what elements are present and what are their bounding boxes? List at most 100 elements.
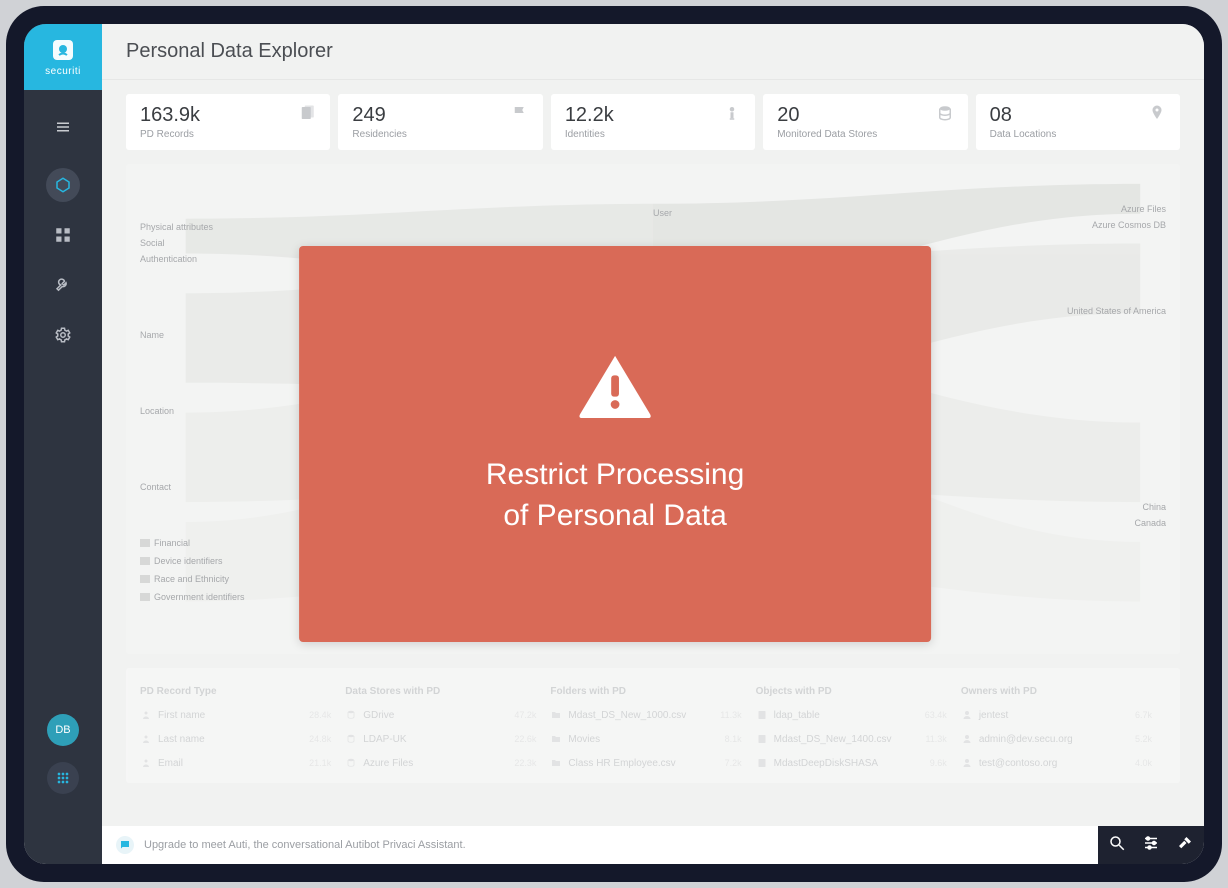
table-cell: 4.0k [1116, 758, 1166, 768]
warning-icon [576, 352, 654, 425]
metric-value: 08 [990, 104, 1057, 127]
viz-left-label: Physical attributes [140, 222, 245, 232]
modal-line1: Restrict Processing [486, 455, 744, 496]
search-button[interactable] [1108, 834, 1126, 857]
table-row[interactable]: Last name24.8kLDAP-UK22.6kMovies8.1kMdas… [140, 727, 1166, 751]
metric-card[interactable]: 249 Residencies [338, 94, 542, 150]
flag-icon [511, 104, 529, 127]
metric-label: PD Records [140, 129, 200, 140]
viz-right-label: China [1067, 502, 1166, 512]
filter-button[interactable] [1142, 834, 1160, 857]
viz-left-label: Contact [140, 482, 245, 492]
nav-settings[interactable] [46, 318, 80, 352]
viz-left-label: Device identifiers [140, 556, 245, 566]
viz-center-label: User [653, 208, 672, 218]
table-row[interactable]: Email21.1kAzure Files22.3kClass HR Emplo… [140, 751, 1166, 775]
hexagon-icon [54, 176, 72, 194]
table-cell: LDAP-UK [345, 733, 500, 745]
table-cell: 11.3k [911, 734, 961, 744]
table-cell: Movies [550, 733, 705, 745]
header: Personal Data Explorer [102, 24, 1204, 80]
table-cell: 22.3k [500, 758, 550, 768]
data-table: PD Record TypeData Stores with PDFolders… [126, 668, 1180, 783]
table-cell: Mdast_DS_New_1000.csv [550, 709, 705, 721]
build-button[interactable] [1176, 834, 1194, 857]
metric-label: Identities [565, 129, 614, 140]
table-cell: Last name [140, 733, 295, 745]
wrench-icon [54, 276, 72, 294]
sidebar: securiti DB [24, 24, 102, 864]
table-row[interactable]: First name28.4kGDrive47.2kMdast_DS_New_1… [140, 703, 1166, 727]
table-cell: First name [140, 709, 295, 721]
table-cell: 28.4k [295, 710, 345, 720]
metric-card[interactable]: 20 Monitored Data Stores [763, 94, 967, 150]
main: Personal Data Explorer 163.9k PD Records… [102, 24, 1204, 864]
table-cell: Azure Files [345, 757, 500, 769]
screen: securiti DB [24, 24, 1204, 864]
metric-label: Data Locations [990, 129, 1057, 140]
search-icon [1108, 834, 1126, 852]
table-cell: 47.2k [500, 710, 550, 720]
viz-right-labels: Azure Files Azure Cosmos DB United States … [1067, 204, 1166, 534]
apps-badge[interactable] [47, 762, 79, 794]
table-header-cell: Objects with PD [756, 686, 911, 697]
metric-card[interactable]: 163.9k PD Records [126, 94, 330, 150]
metric-value: 163.9k [140, 104, 200, 127]
records-icon [298, 104, 316, 127]
table-cell: jentest [961, 709, 1116, 721]
nav-icons [46, 168, 80, 352]
hammer-icon [1176, 834, 1194, 852]
avatar[interactable]: DB [47, 714, 79, 746]
metric-value: 20 [777, 104, 877, 127]
nav-tools[interactable] [46, 268, 80, 302]
viz-left-label: Financial [140, 538, 245, 548]
pin-icon [1148, 104, 1166, 127]
table-cell: Email [140, 757, 295, 769]
table-cell: MdastDeepDiskSHASA [756, 757, 911, 769]
viz-left-label: Authentication [140, 254, 245, 264]
metric-label: Monitored Data Stores [777, 129, 877, 140]
device-frame: securiti DB [6, 6, 1222, 882]
metrics-row: 163.9k PD Records 249 Residencies 12.2k … [126, 94, 1180, 150]
nav-explorer[interactable] [46, 168, 80, 202]
menu-icon [54, 118, 72, 136]
table-cell: 5.2k [1116, 734, 1166, 744]
metric-value: 249 [352, 104, 406, 127]
viz-right-label: Canada [1067, 518, 1166, 528]
person-icon [723, 104, 741, 127]
table-cell: 24.8k [295, 734, 345, 744]
table-cell: 6.7k [1116, 710, 1166, 720]
viz-right-label: Azure Files [1067, 204, 1166, 214]
table-header-cell: PD Record Type [140, 686, 295, 697]
grid-icon [54, 226, 72, 244]
table-cell: 21.1k [295, 758, 345, 768]
menu-button[interactable] [46, 110, 80, 144]
viz-right-label: United States of America [1067, 306, 1166, 316]
footer-text: Upgrade to meet Auti, the conversational… [144, 839, 466, 851]
sidebar-bottom: DB [24, 714, 102, 794]
table-cell: GDrive [345, 709, 500, 721]
footer-tools [1098, 826, 1204, 864]
restrict-processing-modal[interactable]: Restrict Processing of Personal Data [299, 246, 931, 642]
table-cell: test@contoso.org [961, 757, 1116, 769]
viz-right-label: Azure Cosmos DB [1067, 220, 1166, 230]
metric-card[interactable]: 08 Data Locations [976, 94, 1180, 150]
modal-line2: of Personal Data [486, 496, 744, 537]
metric-label: Residencies [352, 129, 406, 140]
table-cell: Class HR Employee.csv [550, 757, 705, 769]
table-cell: 9.6k [911, 758, 961, 768]
nav-dashboard[interactable] [46, 218, 80, 252]
viz-left-label: Location [140, 406, 245, 416]
footer-bar: Upgrade to meet Auti, the conversational… [102, 826, 1204, 864]
brand-logo[interactable]: securiti [24, 24, 102, 90]
table-cell: ldap_table [756, 709, 911, 721]
modal-text: Restrict Processing of Personal Data [486, 455, 744, 536]
table-cell: 63.4k [911, 710, 961, 720]
viz-left-label: Name [140, 330, 245, 340]
table-cell: 22.6k [500, 734, 550, 744]
table-header-row: PD Record TypeData Stores with PDFolders… [140, 680, 1166, 703]
metric-card[interactable]: 12.2k Identities [551, 94, 755, 150]
footer-upgrade-banner[interactable]: Upgrade to meet Auti, the conversational… [102, 826, 1098, 864]
table-header-cell: Folders with PD [550, 686, 705, 697]
table-cell: Mdast_DS_New_1400.csv [756, 733, 911, 745]
